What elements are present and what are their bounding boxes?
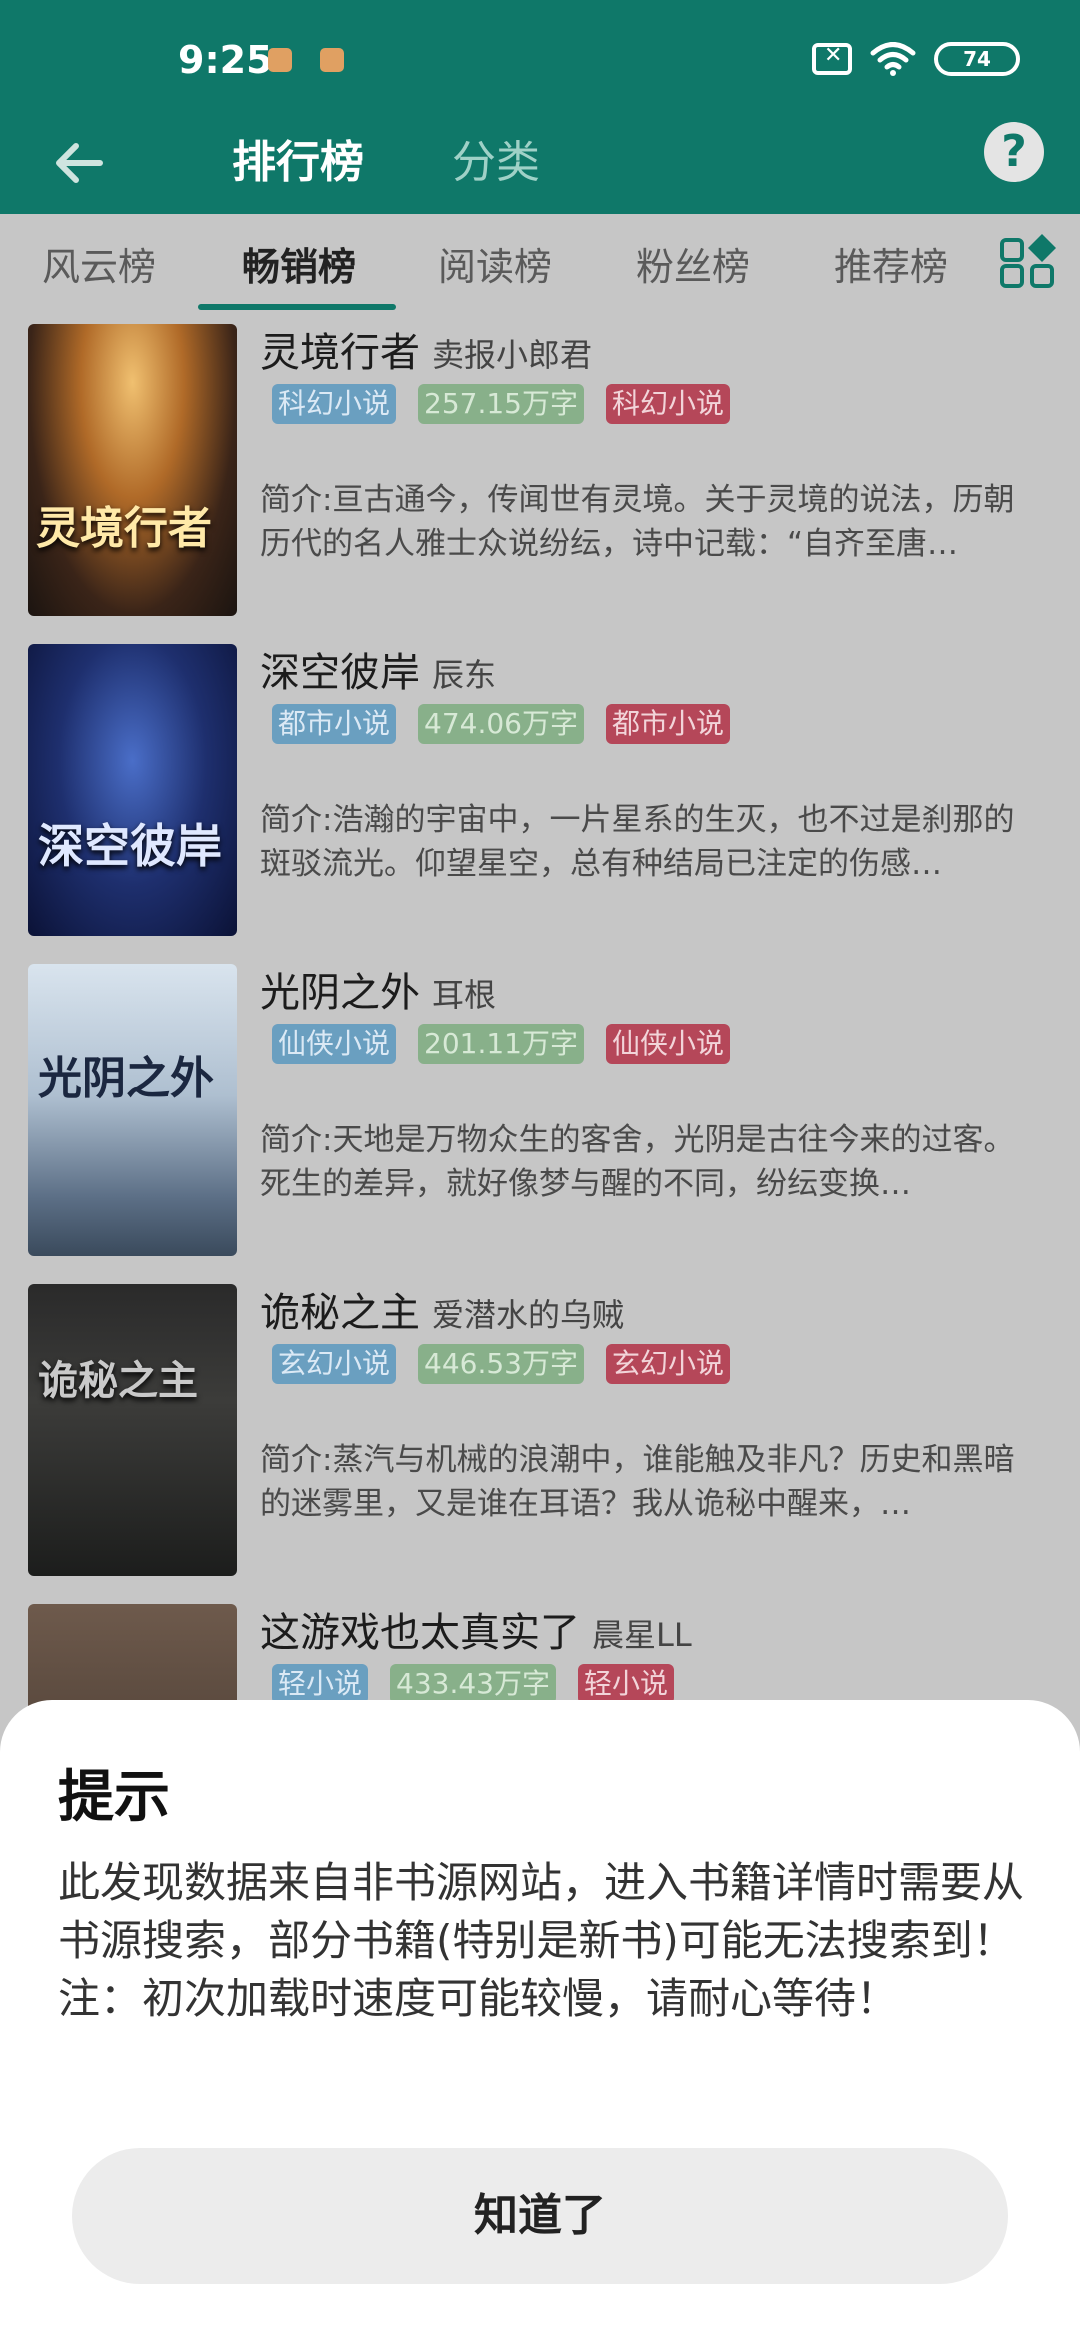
wifi-icon	[870, 42, 916, 76]
book-title: 这游戏也太真实了 晨星LL	[260, 1600, 692, 1658]
tag-row: 都市小说 474.06万字 都市小说	[272, 704, 731, 744]
book-description: 简介:天地是万物众生的客舍，光阴是古往今来的过客。死生的差异，就好像梦与醒的不同…	[260, 1122, 1015, 1202]
category-tag: 都市小说	[606, 704, 731, 744]
wordcount-tag: 446.53万字	[418, 1344, 584, 1384]
category-tag: 科幻小说	[272, 384, 397, 424]
no-sim-icon	[812, 43, 852, 75]
book-author: 晨星LL	[592, 1616, 692, 1654]
tag-row: 玄幻小说 446.53万字 玄幻小说	[272, 1344, 731, 1384]
cover-title: 诡秘之主	[38, 1357, 198, 1404]
category-tag: 科幻小说	[606, 384, 731, 424]
tab-yuedu[interactable]: 阅读榜	[438, 236, 552, 291]
book-author: 辰东	[432, 656, 497, 694]
category-tag: 玄幻小说	[272, 1344, 397, 1384]
notification-icon	[268, 48, 292, 72]
category-tag: 仙侠小说	[272, 1024, 397, 1064]
book-author: 耳根	[432, 976, 497, 1014]
book-title-text: 这游戏也太真实了	[260, 1610, 580, 1656]
book-description: 简介:蒸汽与机械的浪潮中，谁能触及非凡？历史和黑暗的迷雾里，又是谁在耳语？我从诡…	[260, 1442, 1015, 1522]
notification-icon	[320, 48, 344, 72]
active-tab-indicator	[198, 304, 396, 310]
status-bar: 9:25 74	[0, 0, 1080, 120]
tag-row: 科幻小说 257.15万字 科幻小说	[272, 384, 731, 424]
tab-tuijian[interactable]: 推荐榜	[834, 236, 948, 291]
nav-bar: 排行榜 分类 ?	[0, 120, 1080, 214]
book-title: 灵境行者 卖报小郎君	[260, 320, 592, 378]
category-tag: 都市小说	[272, 704, 397, 744]
tag-row: 轻小说 433.43万字 轻小说	[272, 1664, 675, 1704]
dialog-title: 提示	[58, 1765, 170, 1830]
battery-indicator: 74	[934, 42, 1020, 76]
status-time: 9:25	[178, 38, 273, 82]
tag-row: 仙侠小说 201.11万字 仙侠小说	[272, 1024, 731, 1064]
back-arrow-icon[interactable]	[44, 128, 114, 198]
wordcount-tag: 257.15万字	[418, 384, 584, 424]
book-title-text: 诡秘之主	[260, 1290, 420, 1336]
category-tag: 仙侠小说	[606, 1024, 731, 1064]
book-description: 简介:浩瀚的宇宙中，一片星系的生灭，也不过是刹那的斑驳流光。仰望星空，总有种结局…	[260, 802, 1015, 882]
acknowledge-button[interactable]: 知道了	[72, 2148, 1008, 2284]
book-title: 光阴之外 耳根	[260, 960, 496, 1018]
tab-fensi[interactable]: 粉丝榜	[636, 236, 750, 291]
cover-title: 光阴之外	[38, 1053, 214, 1104]
dialog-message: 此发现数据来自非书源网站，进入书籍详情时需要从书源搜索，部分书籍(特别是新书)可…	[58, 1858, 1025, 2023]
book-author: 卖报小郎君	[432, 336, 593, 374]
help-icon[interactable]: ?	[984, 122, 1044, 182]
list-item[interactable]: 诡秘之主 诡秘之主 爱潜水的乌贼 玄幻小说 446.53万字 玄幻小说 简介:蒸汽…	[0, 1280, 1080, 1580]
category-tag: 轻小说	[272, 1664, 369, 1704]
list-item[interactable]: 灵境行者 灵境行者 卖报小郎君 科幻小说 257.15万字 科幻小说 简介:亘古通…	[0, 320, 1080, 620]
wordcount-tag: 201.11万字	[418, 1024, 584, 1064]
tab-fengyun[interactable]: 风云榜	[42, 236, 156, 291]
wordcount-tag: 433.43万字	[390, 1664, 556, 1704]
tab-category[interactable]: 分类	[452, 128, 540, 198]
book-title: 深空彼岸 辰东	[260, 640, 496, 698]
grid-category-icon[interactable]	[1000, 232, 1058, 290]
book-cover: 光阴之外	[28, 964, 237, 1256]
tab-ranking[interactable]: 排行榜	[232, 128, 364, 198]
book-title-text: 灵境行者	[260, 330, 420, 376]
cover-title: 深空彼岸	[38, 819, 222, 873]
book-cover: 灵境行者	[28, 324, 237, 616]
app-bar: 9:25 74 排行榜 分类 ?	[0, 0, 1080, 214]
book-title: 诡秘之主 爱潜水的乌贼	[260, 1280, 624, 1338]
notice-bottom-sheet: 提示 此发现数据来自非书源网站，进入书籍详情时需要从书源搜索，部分书籍(特别是新…	[0, 1700, 1080, 2340]
book-cover: 诡秘之主	[28, 1284, 237, 1576]
category-tag: 玄幻小说	[606, 1344, 731, 1384]
book-description: 简介:亘古通今，传闻世有灵境。关于灵境的说法，历朝历代的名人雅士众说纷纭，诗中记…	[260, 482, 1015, 562]
book-author: 爱潜水的乌贼	[432, 1296, 625, 1334]
book-title-text: 光阴之外	[260, 970, 420, 1016]
list-item[interactable]: 深空彼岸 深空彼岸 辰东 都市小说 474.06万字 都市小说 简介:浩瀚的宇宙中…	[0, 640, 1080, 940]
list-item[interactable]: 光阴之外 光阴之外 耳根 仙侠小说 201.11万字 仙侠小说 简介:天地是万物众…	[0, 960, 1080, 1260]
wordcount-tag: 474.06万字	[418, 704, 584, 744]
status-icons: 74	[812, 42, 1020, 76]
book-cover: 深空彼岸	[28, 644, 237, 936]
cover-title: 灵境行者	[36, 503, 212, 554]
category-tag: 轻小说	[578, 1664, 675, 1704]
tab-changxiao[interactable]: 畅销榜	[242, 236, 356, 291]
book-title-text: 深空彼岸	[260, 650, 420, 696]
ranking-tabs: 风云榜 畅销榜 阅读榜 粉丝榜 推荐榜	[0, 214, 1080, 314]
